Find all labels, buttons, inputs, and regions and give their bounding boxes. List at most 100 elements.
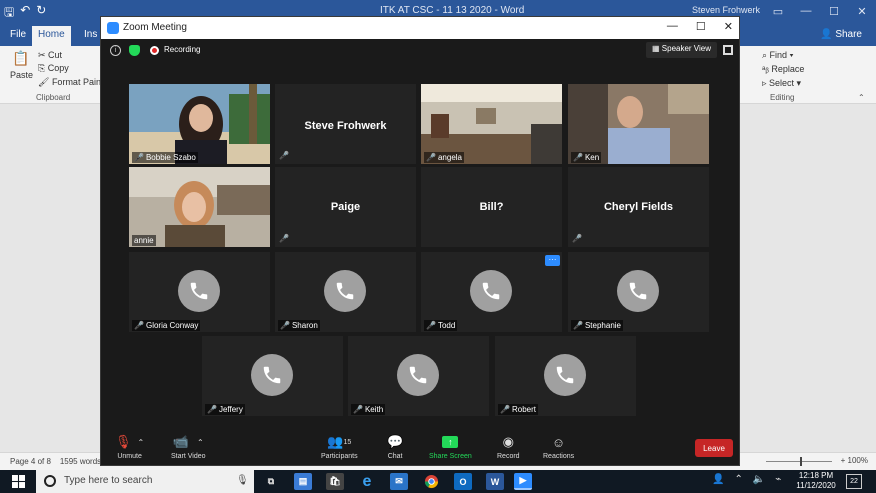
participant-display-name: Bill? xyxy=(479,201,504,213)
reactions-button[interactable]: ☺ Reactions xyxy=(543,433,574,461)
recording-label: Recording xyxy=(164,45,201,54)
task-view-icon[interactable]: ⧉ xyxy=(262,473,280,490)
start-video-button[interactable]: 📹 ⌃ Start Video xyxy=(171,433,206,460)
participant-tile-cheryl[interactable]: Cheryl Fields 🎤 xyxy=(568,167,709,247)
close-icon[interactable]: ✕ xyxy=(848,0,876,22)
participant-tile-keith[interactable]: 🎤 Keith xyxy=(348,336,489,416)
participant-tile-sharon[interactable]: 🎤 Sharon xyxy=(275,252,416,332)
speaker-view-button[interactable]: ▦ Speaker View xyxy=(646,42,717,58)
store-icon[interactable]: 🛍 xyxy=(326,473,344,490)
collapse-ribbon-icon[interactable]: ⌃ xyxy=(858,93,865,102)
participant-name-label: 🎤 Keith xyxy=(351,404,386,415)
replace-button[interactable]: ᵃᵦ Replace xyxy=(762,64,804,74)
zoom-close-icon[interactable]: ✕ xyxy=(724,20,733,33)
maximize-icon[interactable]: ☐ xyxy=(820,0,848,22)
quick-access-toolbar: 🖫 ↶ ↻ xyxy=(4,3,46,24)
mic-off-icon: 🎙 ⌃ xyxy=(115,434,145,449)
replace-icon: ᵃᵦ xyxy=(762,64,772,74)
muted-mic-icon: 🎤 xyxy=(353,405,363,414)
zoom-app-icon[interactable]: ▶ xyxy=(514,473,532,490)
zoom-maximize-icon[interactable]: ☐ xyxy=(696,20,706,33)
notification-center-icon[interactable]: 22 xyxy=(846,474,862,489)
tab-file[interactable]: File xyxy=(4,26,32,46)
zoom-slider-thumb[interactable] xyxy=(800,457,802,466)
participant-display-name: Paige xyxy=(330,201,361,213)
word-icon[interactable]: W xyxy=(486,473,504,490)
zoom-minimize-icon[interactable]: — xyxy=(667,20,678,33)
zoom-slider[interactable] xyxy=(766,457,832,466)
participant-name-label: 🎤 Ken xyxy=(571,152,602,163)
share-screen-icon: ↑ xyxy=(442,433,459,451)
leave-button[interactable]: Leave xyxy=(695,439,733,457)
edge-icon[interactable]: e xyxy=(358,473,376,490)
participant-tile-ken[interactable]: 🎤 Ken xyxy=(568,84,709,164)
start-button[interactable] xyxy=(0,470,36,493)
zoom-level[interactable]: + 100% xyxy=(841,456,868,465)
outlook-icon[interactable]: O xyxy=(454,473,472,490)
find-button[interactable]: ⌕ Find ▾ xyxy=(762,50,793,61)
cortana-icon xyxy=(44,475,56,487)
ribbon-display-icon[interactable]: ▭ xyxy=(764,0,792,22)
tab-home[interactable]: Home xyxy=(32,26,71,46)
record-button[interactable]: ◉ Record xyxy=(497,433,520,460)
participant-tile-stephanie[interactable]: 🎤 Stephanie xyxy=(568,252,709,332)
fullscreen-icon[interactable] xyxy=(723,45,733,55)
unmute-button[interactable]: 🎙 ⌃ Unmute xyxy=(115,433,144,460)
save-icon[interactable]: 🖫 xyxy=(4,3,14,24)
muted-mic-icon: 🎤 xyxy=(207,405,217,414)
participant-tile-annie[interactable]: annie xyxy=(129,167,270,247)
people-icon[interactable]: 👤 xyxy=(712,474,724,485)
select-button[interactable]: ▹ Select ▾ xyxy=(762,78,801,89)
windows-logo-icon xyxy=(11,475,25,488)
share-button[interactable]: 👤 Share xyxy=(820,29,862,40)
zoom-window-controls: — ☐ ✕ xyxy=(667,20,733,33)
undo-icon[interactable]: ↶ xyxy=(20,3,30,24)
editing-group-label: Editing xyxy=(770,93,795,102)
more-options-button[interactable]: ··· xyxy=(545,255,560,266)
participant-tile-bill[interactable]: Bill? xyxy=(421,167,562,247)
participant-name-label: 🎤 Gloria Conway xyxy=(132,320,201,331)
phone-icon xyxy=(617,270,659,312)
phone-icon xyxy=(251,354,293,396)
network-icon[interactable]: ⌁ xyxy=(775,474,781,485)
show-hidden-icons-icon[interactable]: ⌃ xyxy=(734,474,742,485)
participant-name-label: 🎤 Jeffery xyxy=(205,404,245,415)
microphone-icon[interactable]: 🎙 xyxy=(236,475,249,486)
mail-icon[interactable]: ✉ xyxy=(390,473,408,490)
muted-mic-icon: 🎤 xyxy=(573,321,583,330)
taskbar-search-box[interactable]: Type here to search 🎙 xyxy=(36,470,254,493)
paste-button[interactable]: Paste xyxy=(10,70,33,80)
participant-name-label: 🎤 Bobbie Szabo xyxy=(132,152,198,163)
participant-tile-robert[interactable]: 🎤 Robert xyxy=(495,336,636,416)
search-icon: ⌕ xyxy=(762,50,770,60)
volume-icon[interactable]: 🔈 xyxy=(753,474,765,485)
scissors-icon: ✂ xyxy=(38,50,49,60)
page-count[interactable]: Page 4 of 8 xyxy=(10,457,51,466)
cut-button[interactable]: ✂ Cut xyxy=(38,50,62,61)
muted-mic-icon: 🎤 xyxy=(280,321,290,330)
participant-tile-jeffery[interactable]: 🎤 Jeffery xyxy=(202,336,343,416)
participant-tile-paige[interactable]: Paige 🎤 xyxy=(275,167,416,247)
info-icon[interactable]: i xyxy=(110,45,121,56)
participant-tile-todd[interactable]: ··· 🎤 Todd xyxy=(421,252,562,332)
taskbar-clock[interactable]: 12:18 PM 11/12/2020 xyxy=(796,471,836,491)
phone-icon xyxy=(178,270,220,312)
word-count[interactable]: 1595 words xyxy=(60,457,101,466)
participant-tile-gloria[interactable]: 🎤 Gloria Conway xyxy=(129,252,270,332)
participant-tile-angela[interactable]: 🎤 angela xyxy=(421,84,562,164)
security-shield-icon[interactable] xyxy=(129,45,140,56)
chat-button[interactable]: 💬 Chat xyxy=(387,433,403,460)
file-explorer-icon[interactable]: ▤ xyxy=(294,473,312,490)
minimize-icon[interactable]: — xyxy=(792,0,820,22)
cursor-icon: ▹ xyxy=(762,78,770,88)
chrome-icon[interactable] xyxy=(422,473,440,490)
paste-icon[interactable]: 📋 xyxy=(12,50,29,67)
participant-tile-steve[interactable]: Steve Frohwerk 🎤 xyxy=(275,84,416,164)
participant-tile-bobbie[interactable]: 🎤 Bobbie Szabo xyxy=(129,84,270,164)
status-left: Page 4 of 8 1595 words xyxy=(10,457,101,466)
redo-icon[interactable]: ↻ xyxy=(36,3,46,24)
participants-button[interactable]: 👥 15 Participants xyxy=(321,433,358,460)
muted-mic-icon: 🎤 xyxy=(134,321,144,330)
copy-button[interactable]: ⎘ Copy xyxy=(38,63,69,74)
share-screen-button[interactable]: ↑ Share Screen xyxy=(429,433,472,460)
